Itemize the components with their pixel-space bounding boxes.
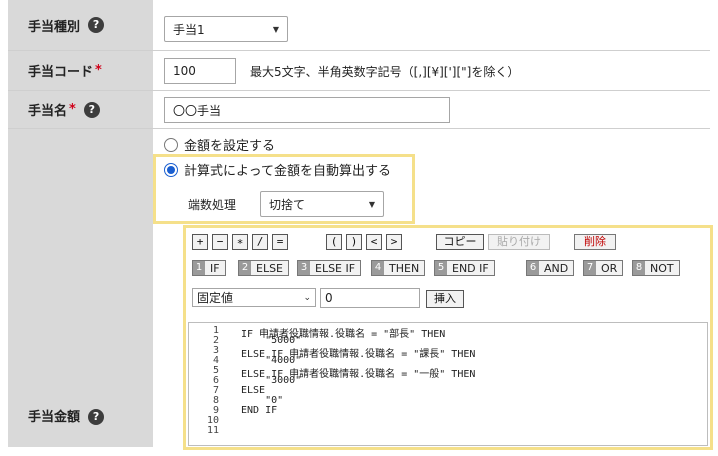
allowance-code-input[interactable]: 100: [164, 58, 236, 84]
keyword-not-button[interactable]: 8 NOT: [632, 260, 680, 276]
row-allowance-type: 手当種別 ? 手当1 ▼: [0, 0, 718, 50]
keyword-number: 1: [193, 261, 205, 275]
allowance-name-label: 手当名: [28, 104, 68, 119]
allowance-amount-label: 手当金額: [28, 410, 81, 425]
label-cell: 手当種別 ?: [8, 0, 153, 50]
line-number-gutter: 1 2 3 4 5 6 7 8 9 10 11: [189, 323, 229, 445]
keyword-label: END IF: [452, 261, 489, 275]
delete-button[interactable]: 削除: [574, 234, 616, 250]
allowance-type-label: 手当種別: [28, 19, 81, 35]
allowance-code-label: 手当コード: [28, 65, 94, 80]
label-cell: 手当名 * ?: [8, 91, 153, 128]
keyword-number: 3: [298, 261, 310, 275]
allowance-code-hint: 最大5文字、半角英数字記号（[,][¥][']["]を除く）: [250, 65, 520, 79]
op-greater-than-button[interactable]: >: [386, 234, 402, 250]
op-divide-button[interactable]: /: [252, 234, 268, 250]
line-number: 11: [206, 425, 219, 436]
allowance-code-value: 100: [173, 64, 196, 78]
keyword-if-button[interactable]: 1 IF: [192, 260, 226, 276]
chevron-down-icon: ⌄: [303, 292, 311, 303]
required-mark: *: [95, 63, 102, 78]
radio-set-amount-label: 金額を設定する: [184, 139, 276, 154]
keyword-then-button[interactable]: 4 THEN: [371, 260, 426, 276]
keyword-number: 6: [527, 261, 539, 275]
radio-set-amount[interactable]: 金額を設定する: [164, 135, 275, 154]
op-plus-button[interactable]: +: [192, 234, 208, 250]
help-icon[interactable]: ?: [88, 409, 105, 425]
allowance-name-input[interactable]: 〇〇手当: [164, 97, 450, 123]
op-open-paren-button[interactable]: (: [326, 234, 342, 250]
op-close-paren-button[interactable]: ): [346, 234, 362, 250]
insert-value-input[interactable]: 0: [320, 288, 420, 308]
label-cell: 手当コード *: [8, 51, 153, 90]
keyword-and-button[interactable]: 6 AND: [526, 260, 575, 276]
allowance-type-select[interactable]: 手当1 ▼: [164, 16, 288, 42]
value-type-value: 固定値: [197, 291, 234, 305]
keyword-end-if-button[interactable]: 5 END IF: [434, 260, 495, 276]
keyword-label: OR: [601, 261, 618, 275]
row-allowance-name: 手当名 * ? 〇〇手当: [0, 91, 718, 128]
keyword-else-if-button[interactable]: 3 ELSE IF: [297, 260, 362, 276]
radio-circle[interactable]: [164, 162, 178, 177]
keyword-number: 4: [372, 261, 384, 275]
op-less-than-button[interactable]: <: [366, 234, 382, 250]
keyword-number: 2: [239, 261, 251, 275]
keyword-label: ELSE IF: [315, 261, 356, 275]
value-type-select[interactable]: 固定値 ⌄: [192, 288, 316, 307]
keyword-or-button[interactable]: 7 OR: [583, 260, 624, 276]
rounding-label: 端数処理: [188, 198, 237, 212]
radio-auto-calc[interactable]: 計算式によって金額を自動算出する: [164, 160, 391, 179]
keyword-label: NOT: [650, 261, 674, 275]
keyword-label: IF: [210, 261, 220, 275]
keyword-label: ELSE: [256, 261, 284, 275]
op-equals-button[interactable]: =: [272, 234, 288, 250]
allowance-type-value: 手当1: [173, 22, 205, 37]
required-mark: *: [69, 102, 76, 117]
help-icon[interactable]: ?: [83, 101, 100, 118]
op-multiply-button[interactable]: ∗: [232, 234, 248, 250]
op-minus-button[interactable]: −: [212, 234, 228, 250]
keyword-number: 8: [633, 261, 645, 275]
allowance-name-value: 〇〇手当: [173, 103, 222, 118]
label-cell: 手当金額 ?: [8, 129, 153, 447]
keyword-else-button[interactable]: 2 ELSE: [238, 260, 290, 276]
help-icon[interactable]: ?: [88, 17, 105, 33]
chevron-down-icon: ▼: [368, 199, 375, 209]
radio-circle[interactable]: [164, 137, 178, 152]
keyword-label: AND: [544, 261, 569, 275]
paste-button[interactable]: 貼り付け: [488, 234, 550, 250]
code-line: END IF: [241, 405, 278, 416]
rounding-value: 切捨て: [269, 197, 306, 212]
copy-button[interactable]: コピー: [436, 234, 484, 250]
keyword-number: 5: [435, 261, 447, 275]
chevron-down-icon: ▼: [272, 24, 279, 34]
formula-editor[interactable]: 1 2 3 4 5 6 7 8 9 10 11 IF 申請者役職情報.役職名 =…: [188, 322, 708, 446]
insert-button[interactable]: 挿入: [426, 290, 464, 308]
row-allowance-code: 手当コード * 100 最大5文字、半角英数字記号（[,][¥][']["]を除…: [0, 51, 718, 90]
keyword-number: 7: [584, 261, 596, 275]
rounding-select[interactable]: 切捨て ▼: [260, 191, 384, 217]
radio-auto-calc-label: 計算式によって金額を自動算出する: [184, 164, 391, 179]
insert-value: 0: [325, 291, 333, 305]
keyword-label: THEN: [389, 261, 420, 275]
